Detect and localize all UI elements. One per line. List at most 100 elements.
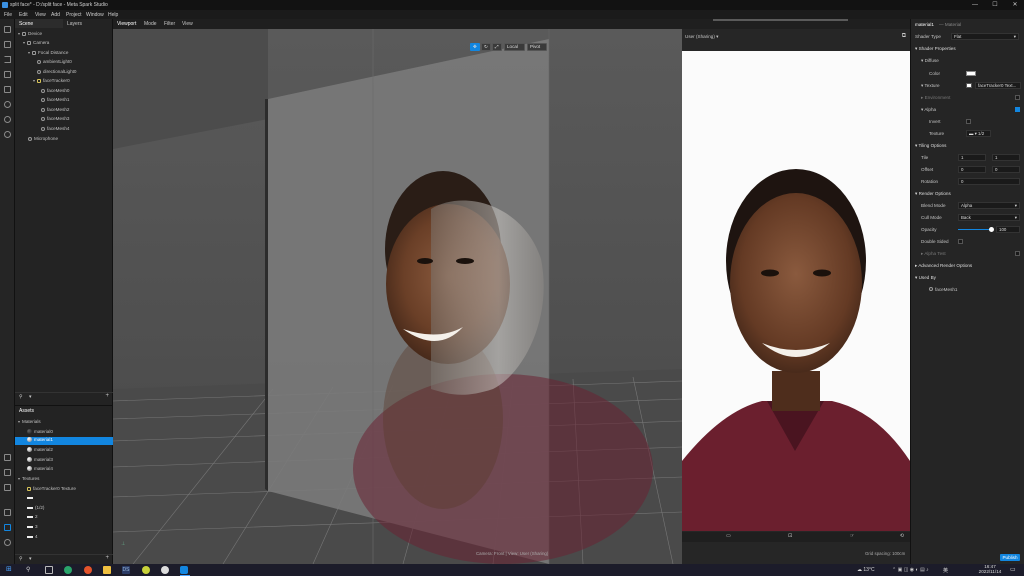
camera-icon[interactable] — [4, 41, 11, 48]
tree-item-directionallight0[interactable]: directionalLight0 — [37, 69, 76, 74]
double-sided-checkbox[interactable] — [958, 239, 963, 244]
offset-y-input[interactable]: 0 — [992, 166, 1020, 173]
material-item[interactable]: material4 — [27, 466, 53, 471]
video-icon[interactable] — [4, 86, 11, 93]
opacity-slider-track[interactable] — [958, 229, 990, 230]
spark-studio-icon[interactable] — [180, 566, 188, 574]
scene-3d-view[interactable]: ✥ ↻ ⤢ Local Pivot ⊥ — [113, 29, 682, 564]
texture-thumbnail[interactable] — [966, 83, 972, 88]
tray-icons[interactable]: ⌃ ▣ ◫ ◉ ◐ ▤ ♪ — [892, 567, 929, 573]
rotate-tool-icon[interactable]: ↻ — [481, 43, 491, 51]
tiling-options-section[interactable]: ▾ Tiling Options — [911, 141, 1024, 150]
material-item[interactable]: material2 — [27, 447, 53, 452]
filter-icon[interactable]: ⚲ — [19, 394, 23, 400]
material-item[interactable]: material3 — [27, 457, 53, 462]
tree-item-focal-distance[interactable]: ▾ Focal Distance — [28, 50, 68, 55]
task-view-icon[interactable] — [45, 566, 53, 574]
photoshop-icon[interactable]: DS — [122, 566, 130, 574]
rotation-input[interactable]: 0 — [958, 178, 1020, 185]
viewport[interactable]: Viewport Mode Filter View ✥ ↻ ⤢ Local Pi… — [113, 19, 910, 564]
move-tool-icon[interactable]: ✥ — [470, 43, 480, 51]
tree-item-device[interactable]: ▾ Device — [18, 31, 42, 36]
clock[interactable]: 16:47 2022/11/14 — [976, 564, 1004, 574]
help-icon[interactable] — [4, 524, 11, 531]
tree-item-facemesh0[interactable]: faceMesh0 — [41, 88, 69, 93]
local-toggle[interactable]: Local — [504, 43, 525, 51]
tree-item-ambientlight0[interactable]: ambientLight0 — [37, 59, 72, 64]
tree-item-facemesh2[interactable]: faceMesh2 — [41, 107, 69, 112]
video-icon[interactable]: ▭ — [726, 533, 731, 539]
file-explorer-icon[interactable] — [103, 566, 111, 574]
menu-help[interactable]: Help — [108, 12, 118, 18]
tree-item-facetracker0[interactable]: ▾ faceTracker0 — [33, 78, 70, 83]
capture-icon[interactable]: ⊡ — [788, 533, 792, 539]
cull-mode-select[interactable]: Back ▾ — [958, 214, 1020, 221]
tree-item-facemesh4[interactable]: faceMesh4 — [41, 126, 69, 131]
menu-view-options[interactable]: View — [182, 21, 193, 27]
menu-mode[interactable]: Mode — [144, 21, 157, 27]
menu-filter[interactable]: Filter — [164, 21, 175, 27]
account-icon[interactable] — [4, 539, 11, 546]
export-icon[interactable] — [4, 484, 11, 491]
alpha-test-checkbox[interactable] — [1015, 251, 1020, 256]
popout-icon[interactable]: ⧉ — [902, 33, 906, 40]
color-swatch[interactable] — [966, 71, 976, 76]
simulator-preview[interactable] — [682, 51, 910, 531]
layers-icon[interactable] — [4, 71, 11, 78]
tab-layers[interactable]: Layers — [63, 19, 111, 28]
filter-icon[interactable]: ⚲ — [19, 556, 23, 562]
publish-button[interactable]: Publish — [1000, 554, 1020, 561]
menu-add[interactable]: Add — [51, 12, 60, 18]
pivot-toggle[interactable]: Pivot — [527, 43, 547, 51]
tab-viewport[interactable]: Viewport — [117, 21, 136, 27]
menu-window[interactable]: Window — [86, 12, 104, 18]
offset-x-input[interactable]: 0 — [958, 166, 986, 173]
settings-icon[interactable] — [4, 509, 11, 516]
device-selector[interactable]: User (Sharing) ▾ — [685, 34, 718, 40]
scale-tool-icon[interactable]: ⤢ — [492, 43, 502, 51]
windows-start-icon[interactable]: ⊞ — [6, 566, 14, 574]
texture-item[interactable]: 4 — [27, 534, 38, 539]
texture-item[interactable]: 2 — [27, 514, 38, 519]
texture-item[interactable]: faceTracker0 Texture — [27, 486, 76, 491]
environment-checkbox[interactable] — [1015, 95, 1020, 100]
opacity-slider-handle[interactable] — [989, 227, 994, 232]
render-options-section[interactable]: ▾ Render Options — [911, 189, 1024, 198]
used-by-section[interactable]: ▾ Used By — [911, 273, 1024, 282]
texture-item[interactable]: 3 — [27, 524, 38, 529]
material-item[interactable]: material0 — [27, 429, 53, 434]
menu-view[interactable]: View — [35, 12, 46, 18]
shader-type-select[interactable]: Flat ▾ — [951, 33, 1019, 40]
add-object-button[interactable]: + — [105, 393, 109, 399]
rotate-device-icon[interactable]: ⟲ — [900, 533, 904, 539]
tree-item-facemesh3[interactable]: faceMesh3 — [41, 116, 69, 121]
maximize-button[interactable]: ☐ — [988, 1, 1002, 9]
texture-item[interactable]: (1/2) — [27, 505, 44, 510]
weather-widget[interactable]: ☁ 13°C — [857, 567, 875, 573]
chrome-icon[interactable] — [84, 566, 92, 574]
texture-item[interactable] — [27, 495, 35, 500]
tile-y-input[interactable]: 1 — [992, 154, 1020, 161]
texture-select[interactable]: faceTracker0 Text... — [975, 82, 1021, 89]
share-icon[interactable] — [4, 469, 11, 476]
tree-item-microphone[interactable]: Microphone — [28, 136, 58, 141]
used-by-item[interactable]: faceMesh1 — [911, 285, 1024, 294]
close-button[interactable]: ✕ — [1008, 1, 1022, 9]
minimize-button[interactable]: — — [968, 1, 982, 9]
blend-mode-select[interactable]: Alpha ▾ — [958, 202, 1020, 209]
search-icon[interactable]: ⚲ — [26, 566, 34, 574]
alpha-texture-select[interactable]: ▬ ▾ 1/2 — [966, 130, 991, 137]
sort-icon[interactable]: ▾ — [29, 556, 32, 562]
invert-checkbox[interactable] — [966, 119, 971, 124]
play-icon[interactable] — [4, 56, 11, 63]
obs-icon[interactable] — [161, 566, 169, 574]
opacity-input[interactable]: 100 — [996, 226, 1020, 233]
material-item-selected[interactable]: material1 — [15, 437, 113, 445]
app-icon[interactable] — [142, 566, 150, 574]
tile-x-input[interactable]: 1 — [958, 154, 986, 161]
diffuse-section[interactable]: ▾ Diffuse — [911, 56, 1024, 65]
alpha-checkbox[interactable] — [1015, 107, 1020, 112]
tree-item-facemesh1[interactable]: faceMesh1 — [41, 97, 69, 102]
menu-file[interactable]: File — [4, 12, 12, 18]
add-asset-button[interactable]: + — [105, 555, 109, 561]
